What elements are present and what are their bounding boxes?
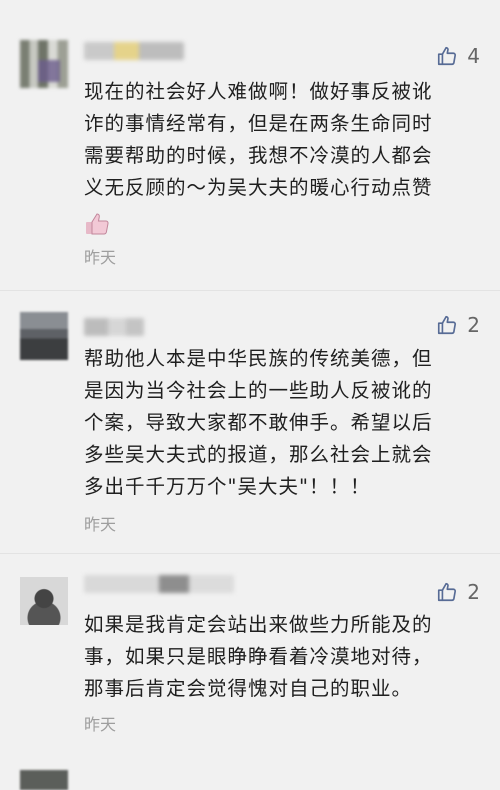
like-count: 2 — [467, 313, 480, 337]
author-name-blurred — [84, 575, 234, 593]
like-button[interactable]: 4 — [436, 44, 480, 68]
comment-text: 帮助他人本是中华民族的传统美德，但 是因为当今社会上的一些助人反被讹的 个案，导… — [84, 347, 433, 498]
avatar[interactable] — [20, 577, 68, 625]
like-count: 4 — [467, 44, 480, 68]
divider — [0, 553, 500, 554]
avatar-partial[interactable] — [20, 770, 68, 790]
comment-time: 昨天 — [84, 715, 117, 734]
comment-time: 昨天 — [84, 248, 117, 267]
author-name-blurred — [84, 318, 144, 336]
like-count: 2 — [467, 580, 480, 604]
avatar[interactable] — [20, 312, 68, 360]
thumbs-up-icon — [438, 46, 457, 66]
thumbs-up-icon — [438, 582, 457, 602]
avatar[interactable] — [20, 40, 68, 88]
comment-time: 昨天 — [84, 515, 117, 534]
divider — [0, 290, 500, 291]
author-name-blurred — [84, 42, 184, 60]
comment-text: 现在的社会好人难做啊！做好事反被讹 诈的事情经常有，但是在两条生命同时 需要帮助… — [84, 80, 433, 199]
thumbs-up-icon — [438, 315, 457, 335]
like-button[interactable]: 2 — [436, 313, 480, 337]
like-button[interactable]: 2 — [436, 580, 480, 604]
thumbs-up-emoji-icon — [86, 213, 109, 235]
comment-text: 如果是我肯定会站出来做些力所能及的 事，如果只是眼睁睁看着冷漠地对待， 那事后肯… — [84, 613, 433, 700]
